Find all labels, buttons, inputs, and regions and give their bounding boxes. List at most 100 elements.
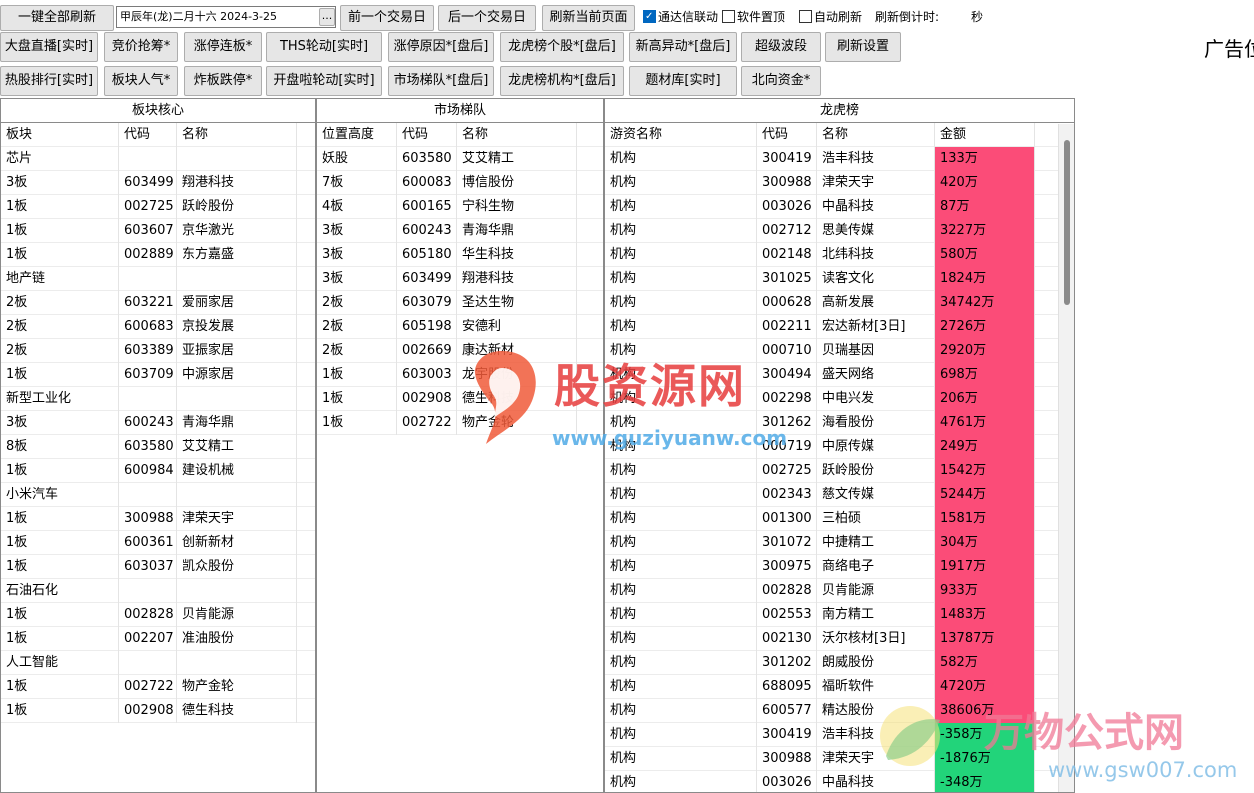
sector-row[interactable]: 小米汽车	[1, 483, 315, 507]
lhb-row[interactable]: 机构 002211 宏达新材[3日] 2726万	[605, 315, 1074, 339]
sector-row[interactable]: 1板 600361 创新新材	[1, 531, 315, 555]
nav-button[interactable]: 竞价抢筹*	[104, 32, 178, 62]
sector-row[interactable]: 1板 600984 建设机械	[1, 459, 315, 483]
lhb-row[interactable]: 机构 002130 沃尔核材[3日] 13787万	[605, 627, 1074, 651]
ladder-row[interactable]: 2板 002669 康达新材	[317, 339, 603, 363]
sector-row[interactable]: 3板 603499 翔港科技	[1, 171, 315, 195]
sector-row[interactable]: 1板 603607 京华激光	[1, 219, 315, 243]
nav-button[interactable]: 炸板跌停*	[184, 66, 262, 96]
nav-button[interactable]: 题材库[实时]	[629, 66, 737, 96]
ladder-row[interactable]: 1板 002908 德生科技	[317, 387, 603, 411]
lhb-row[interactable]: 机构 301072 中捷精工 304万	[605, 531, 1074, 555]
lhb-row[interactable]: 机构 002148 北纬科技 580万	[605, 243, 1074, 267]
date-field[interactable]: 甲辰年(龙)二月十六 2024-3-25	[116, 6, 336, 28]
nav-button[interactable]: THS轮动[实时]	[266, 32, 382, 62]
pin-top-checkbox[interactable]: 软件置顶	[722, 9, 785, 25]
scrollbar-thumb[interactable]	[1064, 140, 1070, 305]
lhb-row[interactable]: 机构 300975 商络电子 1917万	[605, 555, 1074, 579]
sector-row[interactable]: 石油石化	[1, 579, 315, 603]
sector-row[interactable]: 1板 002722 物产金轮	[1, 675, 315, 699]
ladder-row[interactable]: 2板 603079 圣达生物	[317, 291, 603, 315]
lhb-scrollbar[interactable]	[1058, 124, 1074, 792]
lhb-row[interactable]: 机构 003026 中晶科技 87万	[605, 195, 1074, 219]
lhb-row[interactable]: 机构 300988 津荣天宇 420万	[605, 171, 1074, 195]
nav-button[interactable]: 超级波段	[741, 32, 821, 62]
ladder-row[interactable]: 1板 002722 物产金轮	[317, 411, 603, 435]
sector-row[interactable]: 1板 002725 跃岭股份	[1, 195, 315, 219]
nav-button[interactable]: 涨停原因*[盘后]	[388, 32, 494, 62]
ladder-row[interactable]: 2板 605198 安德利	[317, 315, 603, 339]
lhb-row[interactable]: 机构 002298 中电兴发 206万	[605, 387, 1074, 411]
nav-button[interactable]: 热股排行[实时]	[0, 66, 98, 96]
sector-row[interactable]: 芯片	[1, 147, 315, 171]
column-header[interactable]: 板块	[1, 123, 119, 147]
sector-row[interactable]: 2板 600683 京投发展	[1, 315, 315, 339]
ladder-row[interactable]: 3板 600243 青海华鼎	[317, 219, 603, 243]
sector-row[interactable]: 2板 603389 亚振家居	[1, 339, 315, 363]
column-header[interactable]: 金额	[935, 123, 1035, 147]
lhb-row[interactable]: 机构 301202 朗威股份 582万	[605, 651, 1074, 675]
ladder-row[interactable]: 1板 603003 龙宇股份	[317, 363, 603, 387]
column-header[interactable]: 名称	[457, 123, 577, 147]
tdx-link-checkbox[interactable]: 通达信联动	[643, 9, 718, 25]
column-header[interactable]: 代码	[119, 123, 177, 147]
sector-row[interactable]: 1板 300988 津荣天宇	[1, 507, 315, 531]
sector-row[interactable]: 1板 002207 准油股份	[1, 627, 315, 651]
nav-button[interactable]: 刷新设置	[825, 32, 901, 62]
lhb-row[interactable]: 机构 000719 中原传媒 249万	[605, 435, 1074, 459]
nav-button[interactable]: 市场梯队*[盘后]	[388, 66, 494, 96]
lhb-row[interactable]: 机构 300419 浩丰科技 133万	[605, 147, 1074, 171]
auto-refresh-checkbox[interactable]: 自动刷新	[799, 9, 862, 25]
sector-row[interactable]: 1板 002889 东方嘉盛	[1, 243, 315, 267]
nav-button[interactable]: 大盘直播[实时]	[0, 32, 98, 62]
ladder-row[interactable]: 3板 603499 翔港科技	[317, 267, 603, 291]
sector-row[interactable]: 3板 600243 青海华鼎	[1, 411, 315, 435]
ladder-row[interactable]: 妖股 603580 艾艾精工	[317, 147, 603, 171]
lhb-row[interactable]: 机构 688095 福昕软件 4720万	[605, 675, 1074, 699]
lhb-row[interactable]: 机构 000710 贝瑞基因 2920万	[605, 339, 1074, 363]
lhb-row[interactable]: 机构 002343 慈文传媒 5244万	[605, 483, 1074, 507]
sector-row[interactable]: 人工智能	[1, 651, 315, 675]
sector-row[interactable]: 1板 603037 凯众股份	[1, 555, 315, 579]
sector-row[interactable]: 新型工业化	[1, 387, 315, 411]
lhb-row[interactable]: 机构 300988 津荣天宇 -1876万	[605, 747, 1074, 771]
lhb-row[interactable]: 机构 600577 精达股份 38606万	[605, 699, 1074, 723]
prev-trading-day-button[interactable]: 前一个交易日	[340, 5, 434, 31]
lhb-row[interactable]: 机构 003026 中晶科技 -348万	[605, 771, 1074, 792]
lhb-row[interactable]: 机构 002725 跃岭股份 1542万	[605, 459, 1074, 483]
ladder-row[interactable]: 3板 605180 华生科技	[317, 243, 603, 267]
lhb-row[interactable]: 机构 002712 思美传媒 3227万	[605, 219, 1074, 243]
ladder-row[interactable]: 7板 600083 博信股份	[317, 171, 603, 195]
column-header[interactable]: 代码	[757, 123, 817, 147]
date-picker-button[interactable]: ...	[319, 8, 335, 26]
sector-row[interactable]: 1板 603709 中源家居	[1, 363, 315, 387]
lhb-row[interactable]: 机构 301262 海看股份 4761万	[605, 411, 1074, 435]
lhb-row[interactable]: 机构 002828 贝肯能源 933万	[605, 579, 1074, 603]
sector-row[interactable]: 地产链	[1, 267, 315, 291]
column-header[interactable]: 位置高度	[317, 123, 397, 147]
sector-row[interactable]: 1板 002828 贝肯能源	[1, 603, 315, 627]
column-header[interactable]: 游资名称	[605, 123, 757, 147]
nav-button[interactable]: 板块人气*	[104, 66, 178, 96]
lhb-row[interactable]: 机构 300494 盛天网络 698万	[605, 363, 1074, 387]
lhb-row[interactable]: 机构 301025 读客文化 1824万	[605, 267, 1074, 291]
nav-button[interactable]: 涨停连板*	[184, 32, 262, 62]
lhb-row[interactable]: 机构 000628 高新发展 34742万	[605, 291, 1074, 315]
sector-row[interactable]: 2板 603221 爱丽家居	[1, 291, 315, 315]
lhb-row[interactable]: 机构 002553 南方精工 1483万	[605, 603, 1074, 627]
ladder-row[interactable]: 4板 600165 宁科生物	[317, 195, 603, 219]
next-trading-day-button[interactable]: 后一个交易日	[438, 5, 536, 31]
column-header[interactable]: 名称	[817, 123, 935, 147]
refresh-page-button[interactable]: 刷新当前页面	[542, 5, 635, 31]
nav-button[interactable]: 新高异动*[盘后]	[629, 32, 737, 62]
sector-row[interactable]: 1板 002908 德生科技	[1, 699, 315, 723]
nav-button[interactable]: 北向资金*	[741, 66, 821, 96]
nav-button[interactable]: 龙虎榜机构*[盘后]	[500, 66, 624, 96]
column-header[interactable]: 名称	[177, 123, 297, 147]
sector-row[interactable]: 8板 603580 艾艾精工	[1, 435, 315, 459]
nav-button[interactable]: 开盘啦轮动[实时]	[266, 66, 382, 96]
lhb-row[interactable]: 机构 001300 三柏硕 1581万	[605, 507, 1074, 531]
column-header[interactable]: 代码	[397, 123, 457, 147]
refresh-all-button[interactable]: 一键全部刷新	[0, 5, 114, 31]
nav-button[interactable]: 龙虎榜个股*[盘后]	[500, 32, 624, 62]
